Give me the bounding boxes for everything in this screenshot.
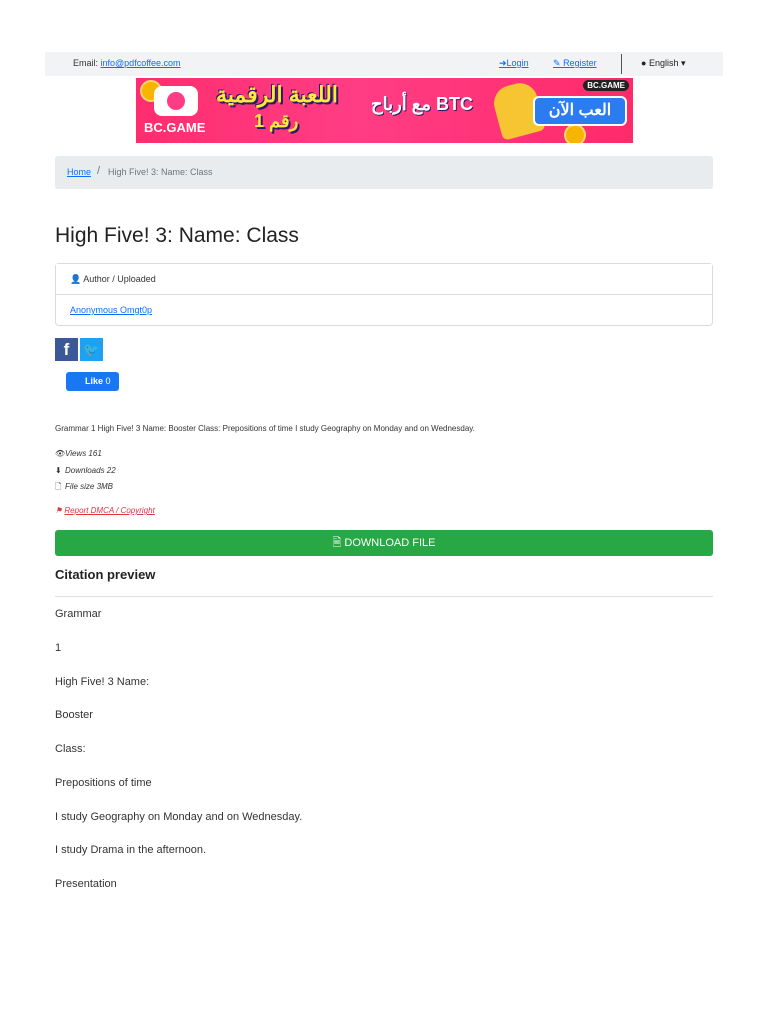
language-label: English xyxy=(648,58,679,68)
downloads-stat: ⬇ Downloads 22 xyxy=(55,466,116,475)
like-count: 0 xyxy=(105,376,111,386)
flag-icon: ⚑ xyxy=(55,506,63,515)
downloads-text: Downloads 22 xyxy=(65,466,116,475)
facebook-like-button[interactable]: Like 0 xyxy=(66,372,119,391)
eye-icon: 👁 xyxy=(55,449,66,458)
email-label: Email: xyxy=(73,58,99,68)
breadcrumb-current: High Five! 3: Name: Class xyxy=(108,167,213,177)
login-icon: ➜ xyxy=(499,58,507,68)
advertisement-banner[interactable]: BC.GAME اللعبة الرقمية رقم 1 مع أرباح BT… xyxy=(136,78,633,143)
author-card-title: Author / Uploaded xyxy=(83,274,156,284)
citation-paragraph: Booster xyxy=(55,709,93,721)
citation-paragraph: 1 xyxy=(55,642,62,654)
report-dmca-link[interactable]: ⚑ Report DMCA / Copyright xyxy=(55,506,155,515)
page-title: High Five! 3: Name: Class xyxy=(55,224,299,247)
citation-paragraph: I study Geography on Monday and on Wedne… xyxy=(55,811,303,823)
download-file-button[interactable]: 🗎 DOWNLOAD FILE xyxy=(55,530,713,556)
banner-corner-brand: BC.GAME xyxy=(583,80,629,91)
edit-icon: ✎ xyxy=(553,58,561,68)
citation-paragraph: Grammar xyxy=(55,608,102,620)
citation-paragraph: Class: xyxy=(55,743,86,755)
topbar-divider xyxy=(621,54,622,74)
like-label: Like xyxy=(85,376,104,386)
caret-down-icon: ▾ xyxy=(681,58,686,68)
login-link[interactable]: ➜Login xyxy=(499,58,529,69)
top-bar: Email: info@pdfcoffee.com ➜Login ✎ Regis… xyxy=(45,52,723,76)
pdf-file-icon: 🗎 xyxy=(332,537,342,549)
author-card-body: Anonymous Omgt0p xyxy=(56,295,712,325)
banner-btc-text: مع أرباح BTC xyxy=(371,94,474,114)
user-icon: 👤 xyxy=(70,274,82,284)
banner-headline: اللعبة الرقمية xyxy=(216,82,338,107)
login-label: Login xyxy=(506,58,529,68)
language-dropdown[interactable]: ● English ▾ xyxy=(641,58,686,69)
author-card-header: 👤 Author / Uploaded xyxy=(56,264,712,295)
facebook-icon[interactable]: f xyxy=(55,338,78,361)
download-icon: ⬇ xyxy=(55,466,62,475)
citation-paragraph: High Five! 3 Name: xyxy=(55,676,150,688)
download-file-label: DOWNLOAD FILE xyxy=(344,537,436,549)
file-icon: 🗋 xyxy=(55,482,62,491)
email-contact: Email: info@pdfcoffee.com xyxy=(73,58,181,68)
citation-paragraph: I study Drama in the afternoon. xyxy=(55,844,207,856)
views-text: Views 161 xyxy=(65,449,102,458)
banner-play-button[interactable]: العب الآن xyxy=(533,96,627,126)
banner-brand: BC.GAME xyxy=(144,120,206,135)
citation-paragraph: Presentation xyxy=(55,878,117,890)
document-description: Grammar 1 High Five! 3 Name: Booster Cla… xyxy=(55,424,475,433)
register-label: Register xyxy=(563,58,597,68)
globe-icon: ● xyxy=(641,58,647,68)
divider xyxy=(55,596,713,597)
citation-paragraph: Prepositions of time xyxy=(55,777,152,789)
report-text: Report DMCA / Copyright xyxy=(64,506,155,515)
author-card: 👤 Author / Uploaded Anonymous Omgt0p xyxy=(55,263,713,326)
breadcrumb-separator: / xyxy=(97,165,101,177)
views-stat: 👁Views 161 xyxy=(55,449,102,458)
citation-preview-title: Citation preview xyxy=(55,567,156,582)
register-link[interactable]: ✎ Register xyxy=(553,58,597,69)
coin-icon xyxy=(564,124,586,143)
twitter-icon[interactable]: 🐦 xyxy=(80,338,103,361)
breadcrumb: Home / High Five! 3: Name: Class xyxy=(55,156,713,189)
filesize-text: File size 3MB xyxy=(65,482,114,491)
author-link[interactable]: Anonymous Omgt0p xyxy=(70,305,152,315)
email-link[interactable]: info@pdfcoffee.com xyxy=(101,58,181,68)
filesize-stat: 🗋 File size 3MB xyxy=(55,481,113,495)
bcgame-logo-icon xyxy=(154,86,198,116)
banner-subline: رقم 1 xyxy=(254,111,299,131)
breadcrumb-home-link[interactable]: Home xyxy=(67,167,91,177)
